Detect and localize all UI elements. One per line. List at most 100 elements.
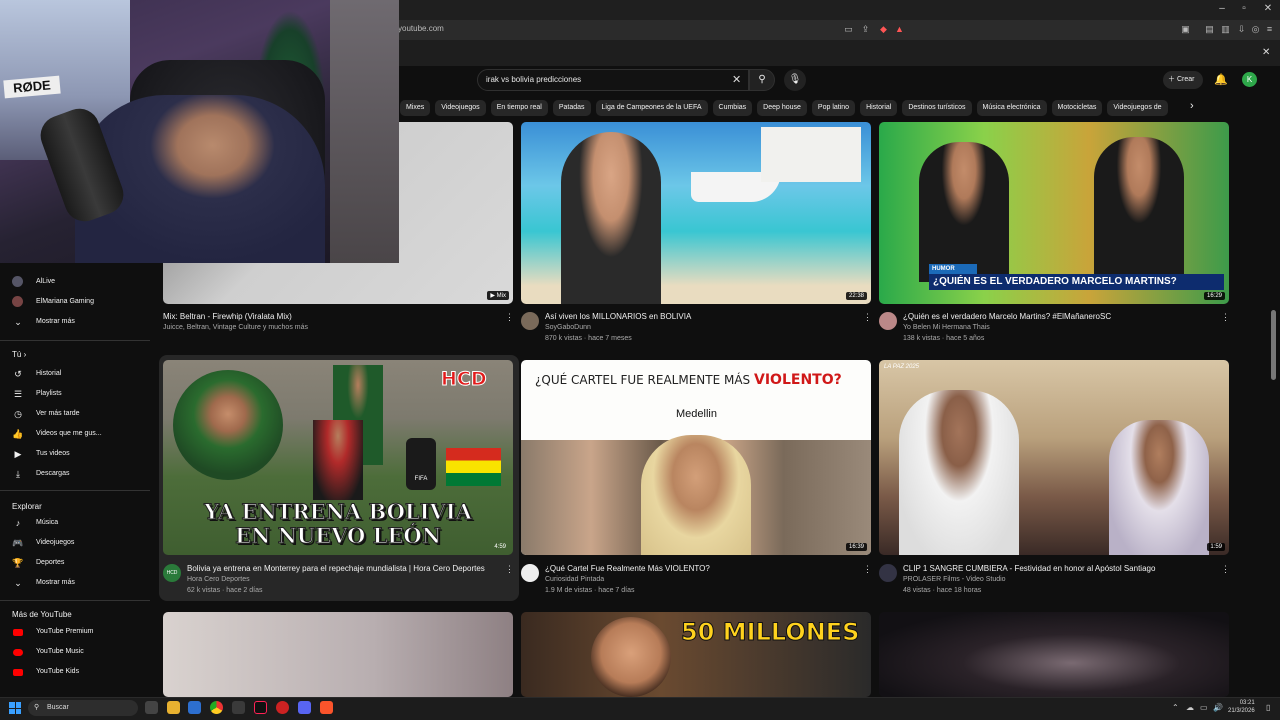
page-scrollbar[interactable] bbox=[1271, 310, 1276, 380]
video-thumbnail[interactable] bbox=[163, 612, 513, 697]
video-thumbnail[interactable]: HCD FIFA YA ENTRENA BOLIVIA EN NUEVO LEÓ… bbox=[163, 360, 513, 555]
app-icon[interactable] bbox=[276, 701, 289, 714]
sidebar-item-downloads[interactable]: ⤓ Descargas bbox=[12, 464, 69, 484]
video-title[interactable]: ¿Quién es el verdadero Marcelo Martins? … bbox=[903, 312, 1213, 321]
sidebar-show-more-subs[interactable]: ⌄ Mostrar más bbox=[12, 312, 75, 332]
sidebar-item-your-videos[interactable]: ▶ Tus videos bbox=[12, 444, 70, 464]
more-options-icon[interactable]: ⋮ bbox=[505, 312, 514, 323]
video-channel[interactable]: Hora Cero Deportes bbox=[187, 576, 250, 583]
discord-icon[interactable] bbox=[298, 701, 311, 714]
channel-avatar[interactable] bbox=[521, 312, 539, 330]
sidebar-sub-allive[interactable]: AlLive bbox=[12, 272, 55, 292]
chips-next-icon[interactable]: › bbox=[1190, 100, 1194, 112]
video-channel[interactable]: Curiosidad Pintada bbox=[545, 576, 604, 583]
url-text[interactable]: youtube.com bbox=[398, 24, 444, 33]
more-options-icon[interactable]: ⋮ bbox=[863, 312, 872, 323]
channel-avatar[interactable]: HCD bbox=[163, 564, 181, 582]
video-thumbnail[interactable]: LA PAZ 2025 1:59 bbox=[879, 360, 1229, 555]
menu-icon[interactable]: ≡ bbox=[1264, 24, 1275, 35]
tiktok-icon[interactable] bbox=[254, 701, 267, 714]
create-button[interactable]: ＋ Crear bbox=[1163, 71, 1203, 89]
video-thumbnail[interactable]: 50 MILLONES bbox=[521, 612, 871, 697]
notifications-bell-icon[interactable]: 🔔 bbox=[1214, 73, 1228, 86]
search-input[interactable]: irak vs bolivia predicciones bbox=[486, 75, 581, 84]
chip[interactable]: Patadas bbox=[552, 100, 591, 116]
video-title[interactable]: ¿Qué Cartel Fue Realmente Más VIOLENTO? bbox=[545, 564, 855, 573]
account-avatar[interactable]: K bbox=[1242, 72, 1257, 87]
chip[interactable]: Liga de Campeones de la UEFA bbox=[595, 100, 708, 116]
chip[interactable]: Mixes bbox=[400, 100, 431, 116]
video-thumbnail[interactable]: 22:38 bbox=[521, 122, 871, 304]
tabs-icon[interactable]: ▥ bbox=[1220, 24, 1231, 35]
video-title[interactable]: Mix: Beltran - Firewhip (Viralata Mix) bbox=[163, 312, 503, 321]
video-title[interactable]: CLIP 1 SANGRE CUMBIERA - Festividad en h… bbox=[903, 564, 1213, 573]
more-options-icon[interactable]: ⋮ bbox=[863, 564, 872, 575]
brave-shield-icon[interactable]: ◆ bbox=[878, 24, 889, 35]
chip[interactable]: Deep house bbox=[757, 100, 807, 116]
channel-avatar[interactable] bbox=[879, 312, 897, 330]
maximize-button[interactable]: ▫ bbox=[1234, 3, 1254, 14]
search-button[interactable]: ⚲ bbox=[749, 69, 775, 91]
video-channel[interactable]: PROLASER Films - Video Studio bbox=[903, 576, 1006, 583]
sidebar-item-sports[interactable]: 🏆 Deportes bbox=[12, 553, 64, 573]
downloads-icon[interactable]: ⇩ bbox=[1236, 24, 1247, 35]
video-thumbnail[interactable]: ¿QUÉ CARTEL FUE REALMENTE MÁS VIOLENTO? … bbox=[521, 360, 871, 555]
video-channel[interactable]: Juicce, Beltran, Vintage Culture y mucho… bbox=[163, 324, 308, 331]
sidebar-item-yt-music[interactable]: YouTube Music bbox=[12, 642, 84, 662]
network-icon[interactable]: ☁ bbox=[1186, 703, 1194, 712]
tray-chevron-icon[interactable]: ⌃ bbox=[1172, 703, 1179, 712]
volume-icon[interactable]: 🔊 bbox=[1213, 703, 1223, 712]
sidebar-item-yt-kids[interactable]: YouTube Kids bbox=[12, 662, 79, 682]
sidebar-item-liked[interactable]: 👍 Videos que me gus... bbox=[12, 424, 101, 444]
file-explorer-icon[interactable] bbox=[167, 701, 180, 714]
capcut-icon[interactable] bbox=[232, 701, 245, 714]
video-thumbnail[interactable]: HUMOR ¿QUIÉN ES EL VERDADERO MARCELO MAR… bbox=[879, 122, 1229, 304]
brave-icon[interactable] bbox=[320, 701, 333, 714]
sidebar-show-more-explore[interactable]: ⌄ Mostrar más bbox=[12, 573, 75, 593]
chip[interactable]: Videojuegos bbox=[435, 100, 486, 116]
sidebar-item-watch-later[interactable]: ◷ Ver más tarde bbox=[12, 404, 80, 424]
video-title[interactable]: Bolivia ya entrena en Monterrey para el … bbox=[187, 564, 497, 573]
chip[interactable]: Motocicletas bbox=[1051, 100, 1103, 116]
sidebar-toggle-icon[interactable]: ▣ bbox=[1180, 24, 1191, 35]
wallet-icon[interactable]: ▤ bbox=[1204, 24, 1215, 35]
sidebar-item-history[interactable]: ↺ Historial bbox=[12, 364, 61, 384]
sidebar-item-gaming[interactable]: 🎮 Videojuegos bbox=[12, 533, 74, 553]
sidebar-you-heading[interactable]: Tú › bbox=[12, 350, 26, 359]
chip[interactable]: Destinos turísticos bbox=[902, 100, 972, 116]
more-options-icon[interactable]: ⋮ bbox=[1221, 312, 1230, 323]
vpn-icon[interactable]: ◎ bbox=[1250, 24, 1261, 35]
windows-start-icon[interactable] bbox=[9, 702, 21, 714]
chip[interactable]: Música electrónica bbox=[976, 100, 1047, 116]
more-options-icon[interactable]: ⋮ bbox=[505, 564, 514, 575]
taskbar-clock[interactable]: 03:21 21/3/2026 bbox=[1228, 699, 1255, 715]
chip[interactable]: Videojuegos de bbox=[1107, 100, 1168, 116]
close-window-button[interactable]: ✕ bbox=[1258, 3, 1278, 14]
channel-avatar[interactable] bbox=[521, 564, 539, 582]
clear-search-icon[interactable]: ✕ bbox=[732, 73, 741, 86]
chip[interactable]: Cumbias bbox=[712, 100, 753, 116]
sidebar-item-yt-premium[interactable]: YouTube Premium bbox=[12, 622, 93, 642]
voice-search-button[interactable]: 🎙 bbox=[784, 69, 806, 91]
display-icon[interactable]: ▭ bbox=[1200, 703, 1208, 712]
video-thumbnail[interactable] bbox=[879, 612, 1229, 697]
video-title[interactable]: Así viven los MILLONARIOS en BOLIVIA bbox=[545, 312, 855, 321]
chrome-icon[interactable] bbox=[210, 701, 223, 714]
sidebar-item-music[interactable]: ♪ Música bbox=[12, 513, 58, 533]
chip[interactable]: En tiempo real bbox=[490, 100, 548, 116]
minimize-button[interactable]: – bbox=[1212, 3, 1232, 14]
notification-icon[interactable]: ▯ bbox=[1266, 703, 1270, 712]
sidebar-sub-elmariana[interactable]: ElMariana Gaming bbox=[12, 292, 94, 312]
video-channel[interactable]: Yo Belen Mi Hermana Thais bbox=[903, 324, 990, 331]
store-icon[interactable] bbox=[188, 701, 201, 714]
chip[interactable]: Historial bbox=[860, 100, 898, 116]
channel-avatar[interactable] bbox=[879, 564, 897, 582]
share-icon[interactable]: ⇪ bbox=[860, 24, 871, 35]
video-channel[interactable]: SoyGaboDunn bbox=[545, 324, 591, 331]
task-view-icon[interactable] bbox=[145, 701, 158, 714]
close-panel-icon[interactable]: ✕ bbox=[1262, 47, 1270, 58]
more-options-icon[interactable]: ⋮ bbox=[1221, 564, 1230, 575]
cast-icon[interactable]: ▭ bbox=[843, 24, 854, 35]
sidebar-item-playlists[interactable]: ☰ Playlists bbox=[12, 384, 62, 404]
chip[interactable]: Pop latino bbox=[811, 100, 856, 116]
